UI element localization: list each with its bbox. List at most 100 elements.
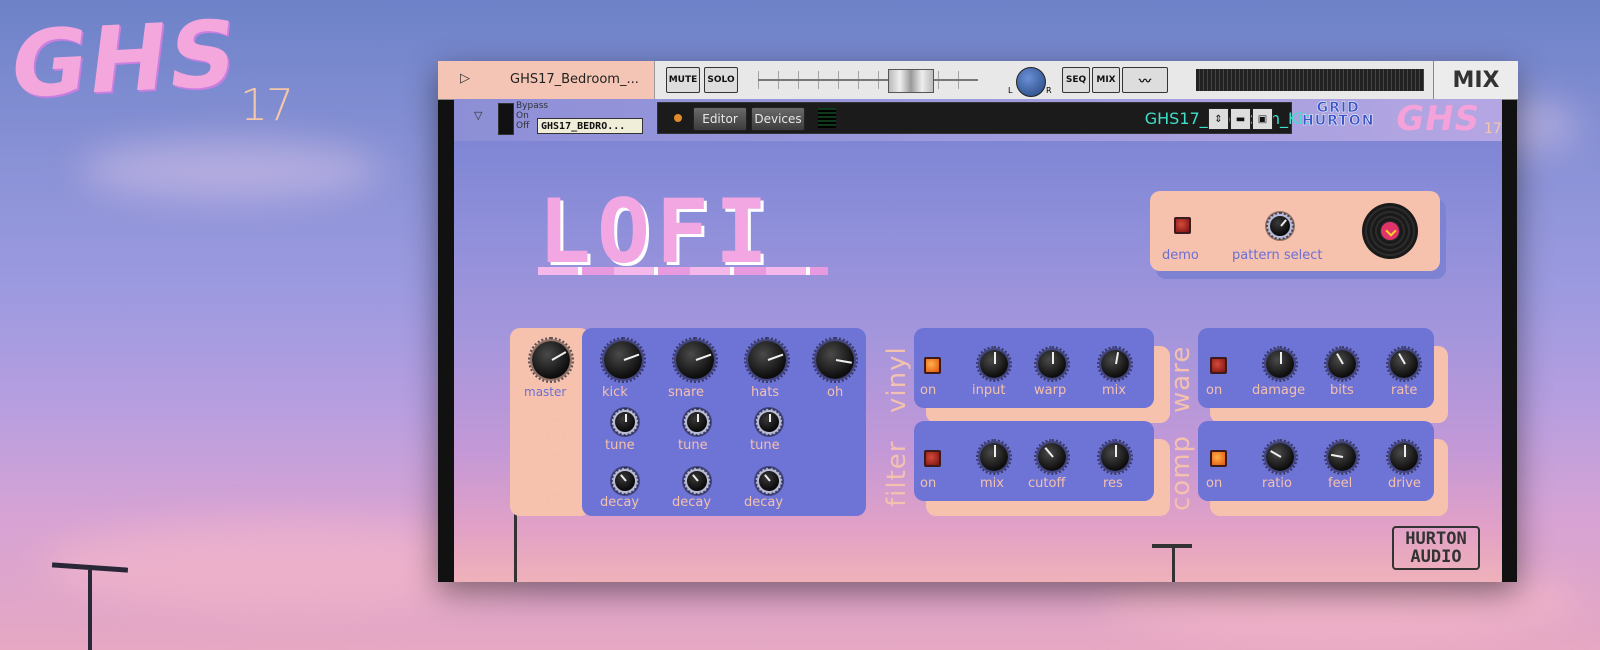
play-triangle-icon[interactable]: ▷ [460, 71, 470, 86]
track-name-area[interactable]: ▷ GHS17_Bedroom_... [438, 61, 655, 99]
pan-right-label: R [1046, 86, 1052, 95]
hats-decay-knob[interactable] [755, 467, 783, 495]
device-control-strip: Editor Devices GHS17_Bedroom_Kit ⇕ ▬ ▣ [657, 102, 1309, 134]
demo-led[interactable] [1174, 217, 1191, 234]
filter-res-label: res [1103, 476, 1123, 491]
filter-on-led[interactable] [924, 450, 941, 467]
mix-channel-label: MIX [1433, 61, 1518, 99]
brand-line-2: HURTON [1302, 113, 1375, 129]
comp-title: comp [1166, 434, 1196, 511]
logo-letters: GHS [4, 0, 245, 119]
ghs17-logo: GHS 17 [5, 0, 294, 138]
ware-bits-knob[interactable] [1324, 346, 1360, 382]
comp-ratio-label: ratio [1262, 476, 1292, 491]
vinyl-mix-label: mix [1102, 383, 1126, 398]
kick-label: kick [602, 385, 628, 400]
volume-fader[interactable] [758, 69, 978, 93]
hats-decay-label: decay [744, 495, 784, 510]
vinyl-mix-knob[interactable] [1097, 346, 1133, 382]
track-name: GHS17_Bedroom_... [510, 72, 639, 87]
panel-lamp-head [1152, 544, 1192, 548]
vinyl-input-label: input [972, 383, 1006, 398]
patch-name-tape[interactable]: GHS17_BEDRO... [537, 118, 643, 134]
waveform-icon[interactable]: 〰 [1122, 67, 1168, 93]
ware-bits-label: bits [1330, 383, 1354, 398]
bypass-switch[interactable] [498, 103, 514, 135]
seq-button[interactable]: SEQ [1062, 67, 1090, 93]
comp-ratio-knob[interactable] [1262, 439, 1298, 475]
kick-knob[interactable] [600, 337, 646, 383]
ware-damage-label: damage [1252, 383, 1306, 398]
filter-title: filter [882, 440, 912, 507]
hats-tune-label: tune [750, 438, 780, 453]
filter-mix-knob[interactable] [976, 439, 1012, 475]
hurton-line: HURTON [1405, 529, 1467, 549]
mixer-title: mixer [534, 409, 574, 511]
filter-res-knob[interactable] [1097, 439, 1133, 475]
save-icon[interactable]: ▣ [1252, 108, 1273, 130]
vinyl-warp-label: warp [1034, 383, 1067, 398]
devices-button[interactable]: Devices [751, 107, 805, 131]
vinyl-record-button[interactable] [1362, 203, 1418, 259]
lofi-logo: LOFI [538, 187, 828, 277]
solo-button[interactable]: SOLO [704, 67, 738, 93]
filter-cutoff-label: cutoff [1028, 476, 1066, 491]
snare-tune-knob[interactable] [683, 408, 711, 436]
ghs-small-logo-number: 17 [1484, 121, 1502, 137]
folder-icon[interactable]: ▬ [1230, 108, 1251, 130]
snare-knob[interactable] [672, 337, 718, 383]
demo-box: demo pattern select [1150, 191, 1440, 271]
oh-knob[interactable] [812, 337, 858, 383]
editor-button[interactable]: Editor [693, 107, 747, 131]
ware-rate-knob[interactable] [1386, 346, 1422, 382]
audio-line: AUDIO [1410, 547, 1462, 567]
vinyl-title: vinyl [882, 346, 912, 413]
hats-knob[interactable] [744, 337, 790, 383]
hats-label: hats [751, 385, 780, 400]
ware-damage-knob[interactable] [1262, 346, 1298, 382]
filter-on-label: on [920, 476, 937, 491]
comp-feel-label: feel [1328, 476, 1353, 491]
patch-browse-arrows-icon[interactable]: ⇕ [1208, 108, 1229, 130]
cloud [80, 140, 380, 200]
fader-cap[interactable] [888, 69, 934, 93]
ware-on-led[interactable] [1210, 357, 1227, 374]
rack-device: ▷ GHS17_Bedroom_... MUTE SOLO L R SEQ MI… [438, 61, 1518, 582]
snare-label: snare [668, 385, 705, 400]
snare-decay-label: decay [672, 495, 712, 510]
mute-button[interactable]: MUTE [666, 67, 700, 93]
pan-knob[interactable] [1016, 67, 1046, 97]
master-label: master [524, 385, 567, 399]
kick-tune-knob[interactable] [611, 408, 639, 436]
kick-decay-knob[interactable] [611, 467, 639, 495]
vinyl-warp-knob[interactable] [1034, 346, 1070, 382]
vinyl-on-label: on [920, 383, 937, 398]
comp-feel-knob[interactable] [1324, 439, 1360, 475]
ware-title: ware [1166, 345, 1196, 413]
fold-triangle-icon[interactable]: ▽ [474, 109, 482, 122]
vinyl-on-led[interactable] [924, 357, 941, 374]
ghs-small-logo: GHS [1392, 99, 1484, 139]
bypass-label: Bypass [516, 101, 549, 111]
panel-lamp-pole [514, 511, 517, 582]
pattern-select-knob[interactable] [1266, 212, 1294, 240]
comp-on-led[interactable] [1210, 450, 1227, 467]
ware-rate-label: rate [1391, 383, 1418, 398]
filter-cutoff-knob[interactable] [1034, 439, 1070, 475]
mix-button[interactable]: MIX [1092, 67, 1120, 93]
master-knob[interactable] [528, 337, 574, 383]
vinyl-input-knob[interactable] [976, 346, 1012, 382]
hats-tune-knob[interactable] [755, 408, 783, 436]
record-center [1381, 222, 1399, 240]
snare-tune-label: tune [678, 438, 708, 453]
logo-number: 17 [240, 80, 294, 131]
comp-on-label: on [1206, 476, 1223, 491]
level-meter [1196, 69, 1424, 91]
pattern-select-label: pattern select [1232, 248, 1323, 263]
grid-hurton-logo: GRID HURTON [1302, 101, 1375, 129]
snare-decay-knob[interactable] [683, 467, 711, 495]
mixer-strip: ▷ GHS17_Bedroom_... MUTE SOLO L R SEQ MI… [438, 61, 1518, 100]
kick-tune-label: tune [605, 438, 635, 453]
cv-meter [818, 108, 836, 128]
comp-drive-knob[interactable] [1386, 439, 1422, 475]
